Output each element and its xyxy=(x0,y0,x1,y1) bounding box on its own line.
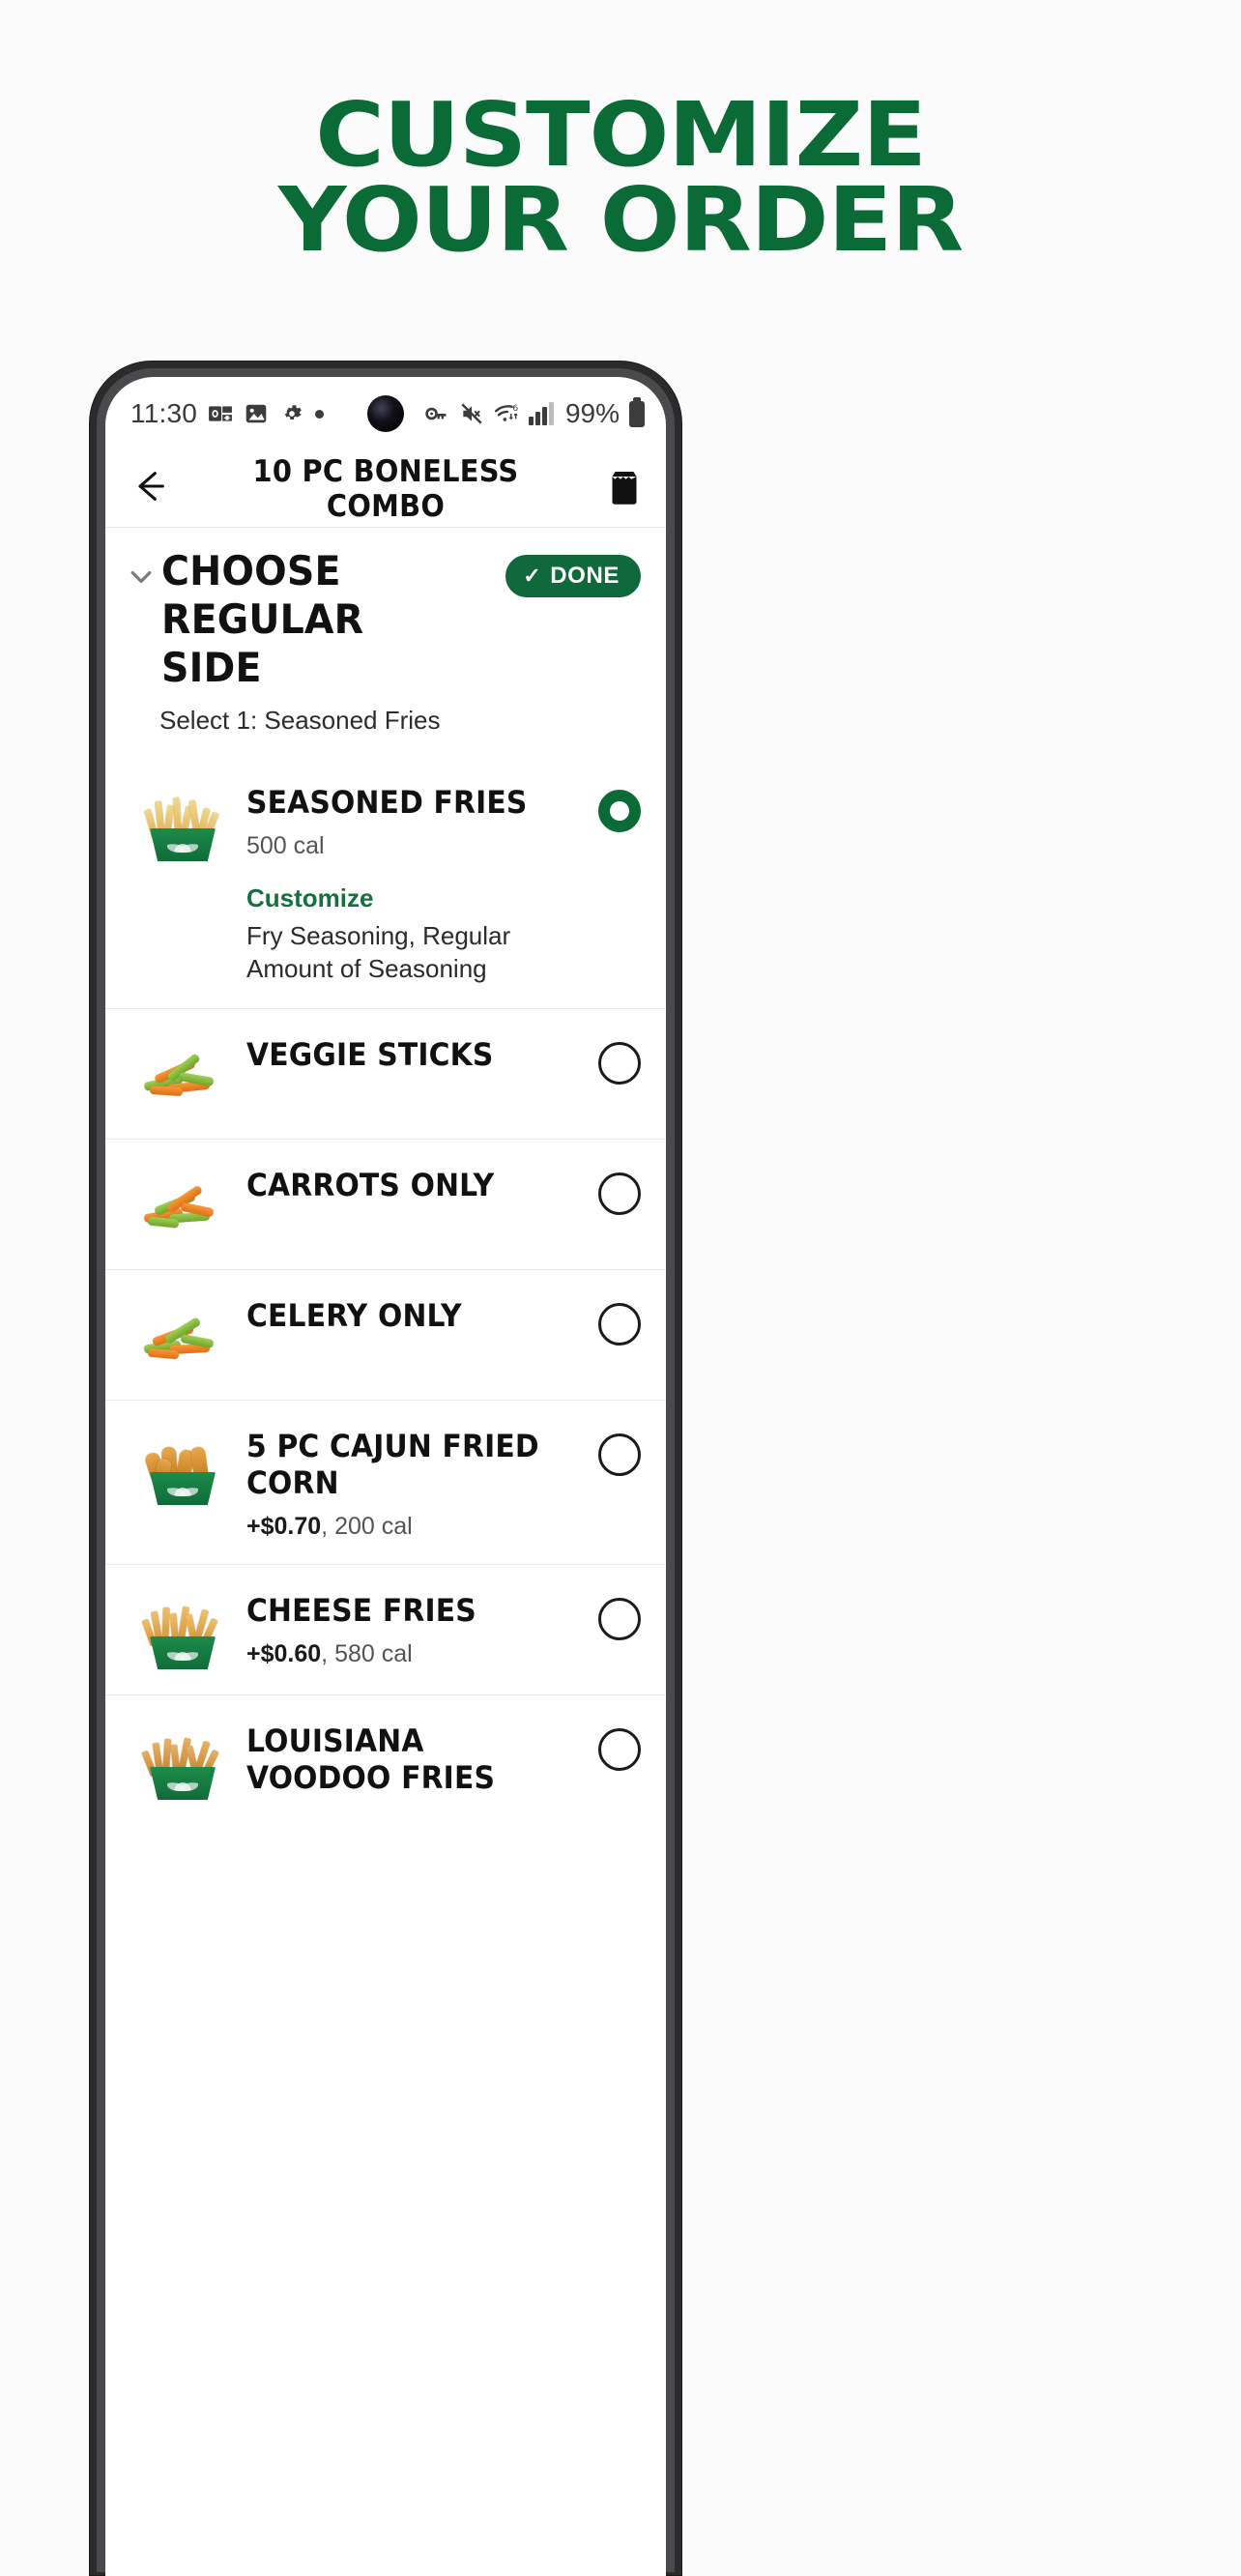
phone-frame: 11:30 6 99% 10 PC BONELESS COMBO CHOOSE … xyxy=(90,362,681,2576)
image-icon xyxy=(244,401,269,426)
list-item-body: CARROTS ONLY xyxy=(246,1163,589,1203)
list-item-body: CELERY ONLY xyxy=(246,1293,589,1334)
mute-icon xyxy=(459,401,484,426)
promo-headline-line2: YOUR ORDER xyxy=(277,168,964,272)
option-name: 5 PC CAJUN FRIED CORN xyxy=(246,1428,539,1501)
option-name: SEASONED FRIES xyxy=(246,784,528,821)
option-radio[interactable] xyxy=(598,1042,641,1085)
battery-icon xyxy=(629,396,645,427)
list-item-body: SEASONED FRIES 500 cal Customize Fry Sea… xyxy=(246,780,589,985)
back-arrow-icon xyxy=(130,467,169,510)
list-item[interactable]: LOUISIANA VOODOO FRIES xyxy=(105,1695,666,1825)
outlook-icon xyxy=(208,401,233,426)
side-options-list: SEASONED FRIES 500 cal Customize Fry Sea… xyxy=(105,757,666,1825)
option-radio[interactable] xyxy=(598,1303,641,1346)
app-header: 10 PC BONELESS COMBO xyxy=(105,450,666,528)
celery-image xyxy=(138,1293,227,1376)
done-label: DONE xyxy=(550,563,620,589)
customize-link[interactable]: Customize xyxy=(246,883,589,913)
option-meta: 500 cal xyxy=(246,832,589,860)
list-item[interactable]: CELERY ONLY xyxy=(105,1270,666,1401)
cajun-fried-corn-image xyxy=(138,1424,227,1507)
list-item-body: LOUISIANA VOODOO FRIES xyxy=(246,1719,589,1796)
gear-icon xyxy=(279,401,304,426)
dot-icon xyxy=(315,409,324,419)
veggies-art xyxy=(142,1317,223,1361)
front-camera-punch-hole xyxy=(367,395,404,432)
option-price: +$0.70 xyxy=(246,1513,322,1540)
option-radio[interactable] xyxy=(598,1598,641,1640)
section-done-badge[interactable]: ✓ DONE xyxy=(505,555,641,597)
battery-percent-label: 99% xyxy=(564,398,620,428)
option-radio-selected[interactable] xyxy=(598,790,641,832)
list-item-body: CHEESE FRIES +$0.60, 580 cal xyxy=(246,1588,589,1668)
status-bar-clock: 11:30 xyxy=(130,398,197,428)
svg-text:6: 6 xyxy=(512,404,518,414)
basket-art xyxy=(150,1636,216,1669)
status-bar: 11:30 6 99% xyxy=(105,377,666,450)
option-calories: , 580 cal xyxy=(321,1640,413,1667)
selection-summary: Select 1: Seasoned Fries xyxy=(159,706,441,735)
list-item[interactable]: VEGGIE STICKS xyxy=(105,1009,666,1140)
list-item[interactable]: SEASONED FRIES 500 cal Customize Fry Sea… xyxy=(105,757,666,1009)
option-meta: +$0.70, 200 cal xyxy=(246,1513,589,1541)
check-icon: ✓ xyxy=(523,564,542,588)
section-collapse-toggle[interactable] xyxy=(127,547,161,596)
shopping-bag-icon xyxy=(608,467,641,510)
option-name: LOUISIANA VOODOO FRIES xyxy=(246,1722,496,1796)
chevron-down-icon xyxy=(127,571,156,595)
option-price: +$0.60 xyxy=(246,1640,322,1667)
key-icon xyxy=(424,401,449,426)
list-item-body: VEGGIE STICKS xyxy=(246,1032,589,1073)
option-calories: 500 cal xyxy=(246,832,325,859)
option-radio[interactable] xyxy=(598,1728,641,1771)
option-name: CHEESE FRIES xyxy=(246,1592,476,1629)
seasoned-fries-image xyxy=(138,780,227,863)
promo-headline: CUSTOMIZE YOUR ORDER xyxy=(0,83,1241,272)
list-item[interactable]: CARROTS ONLY xyxy=(105,1140,666,1270)
option-name: CELERY ONLY xyxy=(246,1297,462,1334)
basket-art xyxy=(150,1472,216,1505)
option-radio[interactable] xyxy=(598,1172,641,1215)
section-header: CHOOSE REGULAR SIDE ✓ DONE xyxy=(127,547,641,692)
option-calories: , 200 cal xyxy=(321,1513,413,1540)
veggie-sticks-image xyxy=(138,1032,227,1115)
option-name: VEGGIE STICKS xyxy=(246,1036,494,1073)
list-item[interactable]: CHEESE FRIES +$0.60, 580 cal xyxy=(105,1565,666,1695)
customize-detail: Fry Seasoning, Regular Amount of Seasoni… xyxy=(246,921,511,983)
section-choose-regular-side: CHOOSE REGULAR SIDE ✓ DONE Select 1: Sea… xyxy=(105,528,666,736)
option-meta: +$0.60, 580 cal xyxy=(246,1640,589,1668)
phone-screen: 11:30 6 99% 10 PC BONELESS COMBO CHOOSE … xyxy=(105,377,666,2576)
list-item[interactable]: 5 PC CAJUN FRIED CORN +$0.70, 200 cal xyxy=(105,1401,666,1565)
status-bar-right: 6 99% xyxy=(424,396,645,429)
list-item-body: 5 PC CAJUN FRIED CORN +$0.70, 200 cal xyxy=(246,1424,589,1541)
cart-button[interactable] xyxy=(591,467,641,510)
section-title: CHOOSE REGULAR SIDE xyxy=(161,547,364,691)
cheese-fries-image xyxy=(138,1588,227,1671)
veggies-art xyxy=(142,1184,223,1230)
basket-art xyxy=(150,828,216,861)
option-name: CARROTS ONLY xyxy=(246,1167,495,1203)
signal-icon xyxy=(528,402,554,425)
page-title: 10 PC BONELESS COMBO xyxy=(252,453,519,524)
louisiana-voodoo-fries-image xyxy=(138,1719,227,1802)
carrots-image xyxy=(138,1163,227,1246)
veggies-art xyxy=(142,1053,223,1100)
option-radio[interactable] xyxy=(598,1433,641,1476)
wifi6-icon: 6 xyxy=(494,401,519,426)
basket-art xyxy=(150,1767,216,1800)
back-button[interactable] xyxy=(130,467,181,510)
promo-headline-line1: CUSTOMIZE xyxy=(315,83,927,187)
status-bar-left: 11:30 xyxy=(130,398,324,429)
